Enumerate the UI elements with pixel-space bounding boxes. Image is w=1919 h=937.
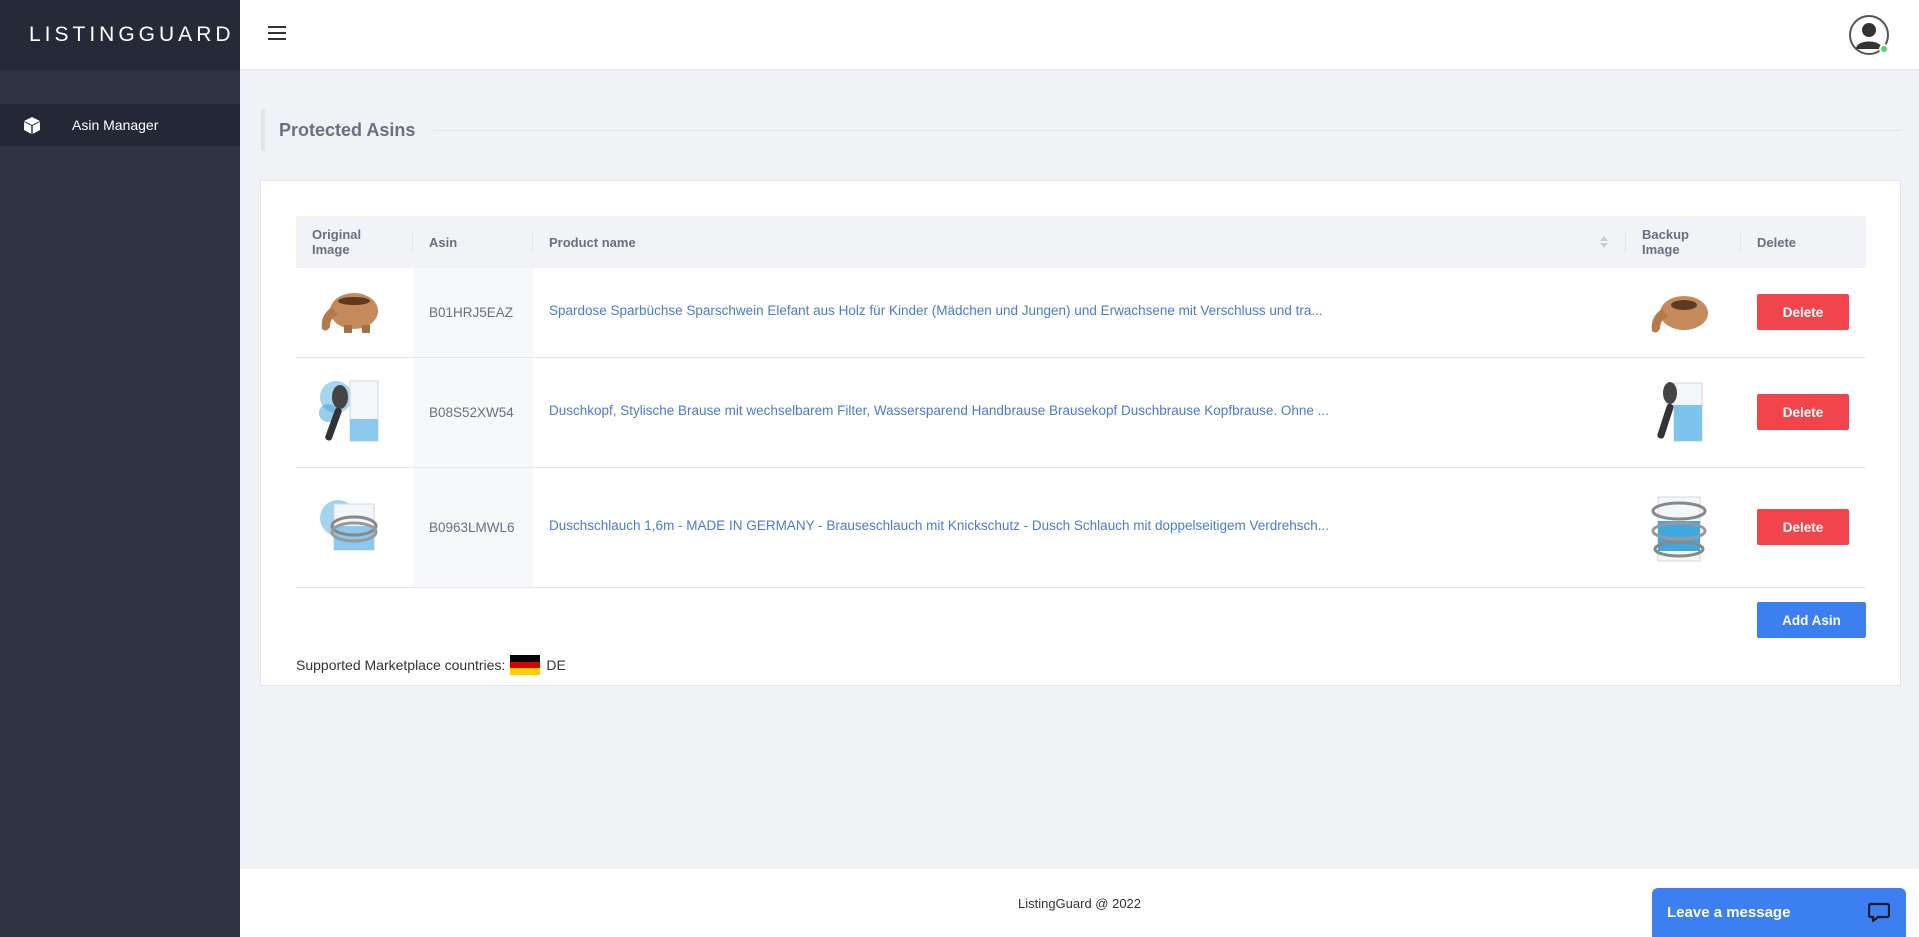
page-heading: Protected Asins [261,109,1901,151]
box-icon [23,116,41,134]
backup-image-cell [1626,467,1741,588]
marketplace-label: Supported Marketplace countries: [296,657,506,673]
marketplace-info: Supported Marketplace countries: DE [296,655,566,676]
wooden-elephant-piggybank-image [1642,275,1716,349]
delete-button[interactable]: Delete [1757,294,1849,331]
product-link[interactable]: Spardose Sparbüchse Sparschwein Elefant … [549,303,1323,318]
marketplace-country: DE [546,657,566,673]
header-original-image: Original Image [296,216,413,268]
shower-head-image [312,375,386,449]
user-avatar[interactable] [1849,15,1889,55]
shower-hose-image [312,490,386,564]
table-row: B01HRJ5EAZ Spardose Sparbüchse Sparschwe… [296,268,1866,358]
product-name-cell: Spardose Sparbüchse Sparschwein Elefant … [533,268,1626,358]
table-row: B0963LMWL6 Duschschlauch 1,6m - MADE IN … [296,467,1866,588]
header-asin[interactable]: Asin [413,216,633,268]
shower-head-image [1642,375,1716,449]
delete-cell: Delete [1741,467,1866,588]
product-link[interactable]: Duschkopf, Stylische Brause mit wechselb… [549,403,1329,418]
product-link[interactable]: Duschschlauch 1,6m - MADE IN GERMANY - B… [549,518,1329,533]
backup-image-cell [1626,357,1741,468]
original-image-cell [296,467,413,588]
header-product-name[interactable]: Product name [533,216,1626,268]
add-asin-button[interactable]: Add Asin [1757,602,1866,638]
product-name-cell: Duschkopf, Stylische Brause mit wechselb… [533,357,1626,468]
asin-cell: B01HRJ5EAZ [413,268,533,358]
topbar [240,0,1919,70]
backup-image-cell [1626,268,1741,358]
online-status-dot [1879,44,1889,54]
delete-button[interactable]: Delete [1757,394,1849,430]
wooden-elephant-piggybank-image [312,275,386,349]
heading-divider [433,129,1901,131]
asin-card: Original Image Asin Product name Backup … [260,180,1901,686]
asin-table: Original Image Asin Product name Backup … [296,216,1866,588]
original-image-cell [296,268,413,358]
sort-icon[interactable] [1600,236,1608,248]
original-image-cell [296,357,413,468]
chat-bubble-icon [1868,902,1890,922]
sidebar: LISTINGGUARD Asin Manager [0,0,240,937]
shower-hose-image [1642,490,1716,564]
sidebar-item-label: Asin Manager [72,117,159,133]
asin-cell: B08S52XW54 [413,357,533,468]
header-delete: Delete [1741,216,1866,268]
asin-cell: B0963LMWL6 [413,467,533,588]
chat-label: Leave a message [1667,904,1791,921]
product-name-cell: Duschschlauch 1,6m - MADE IN GERMANY - B… [533,467,1626,588]
header-backup-image: Backup Image [1626,216,1741,268]
table-header-row: Original Image Asin Product name Backup … [296,216,1866,268]
delete-cell: Delete [1741,357,1866,468]
table-row: B08S52XW54 Duschkopf, Stylische Brause m… [296,357,1866,468]
menu-toggle-icon[interactable] [268,26,286,41]
chat-widget[interactable]: Leave a message [1652,888,1906,937]
brand-logo[interactable]: LISTINGGUARD [0,0,240,70]
page-title: Protected Asins [279,119,416,140]
delete-button[interactable]: Delete [1757,509,1849,545]
sidebar-item-asin-manager[interactable]: Asin Manager [0,104,240,146]
delete-cell: Delete [1741,268,1866,358]
germany-flag-icon [510,655,541,676]
